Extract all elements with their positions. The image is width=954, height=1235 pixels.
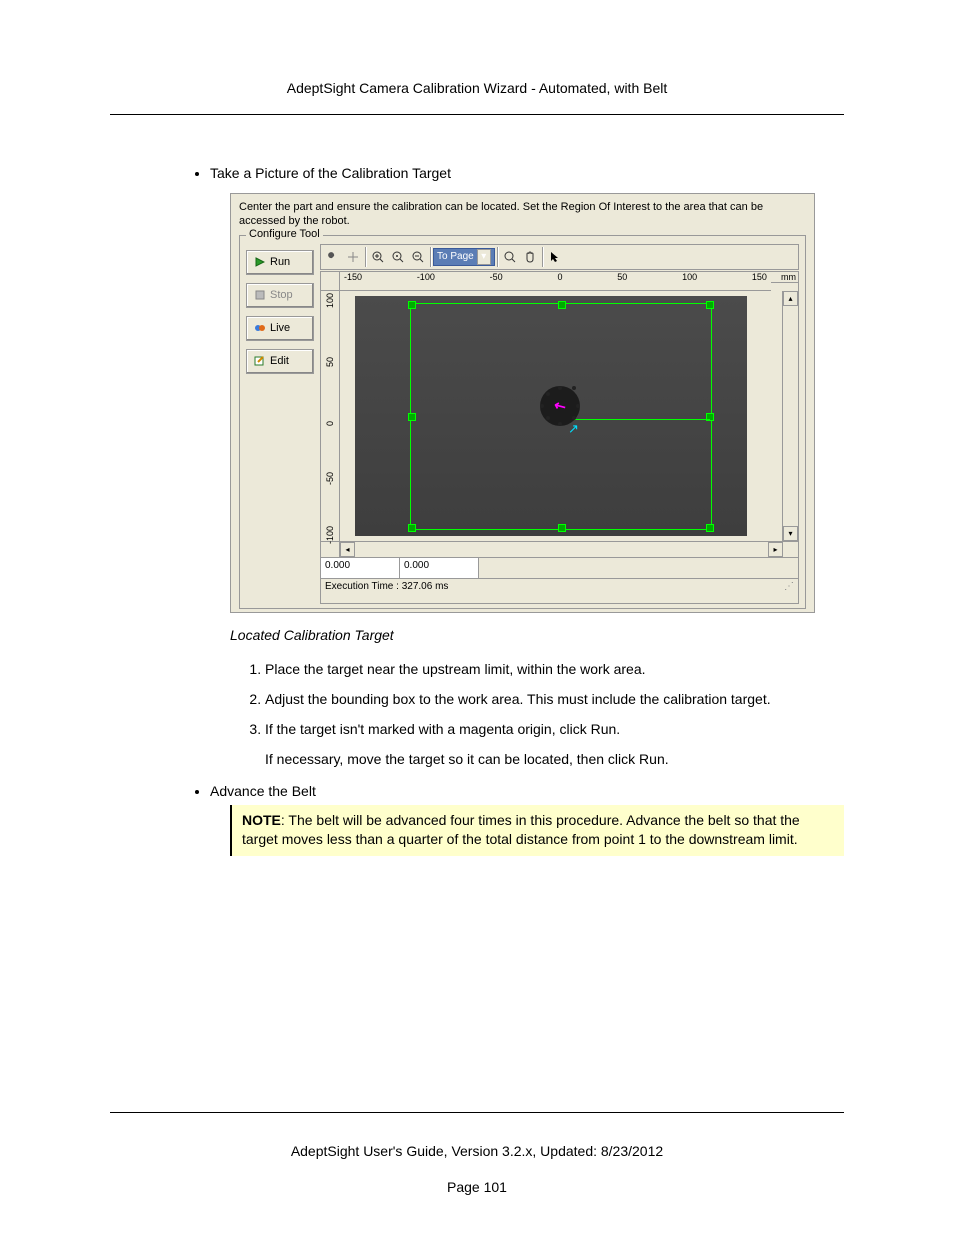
bbox-handle[interactable] [558, 301, 566, 309]
figure-caption: Located Calibration Target [230, 627, 844, 643]
horizontal-ruler: -150 -100 -50 0 50 100 150 [340, 272, 771, 291]
note-box: NOTE: The belt will be advanced four tim… [230, 805, 844, 856]
camera-canvas[interactable]: ↖ ↗ [340, 291, 782, 541]
scroll-down-icon[interactable]: ▾ [783, 526, 798, 541]
zoom-in-icon[interactable] [368, 247, 388, 267]
pointer-icon[interactable] [545, 247, 565, 267]
step-3: If the target isn't marked with a magent… [265, 721, 844, 767]
live-button[interactable]: Live [246, 316, 314, 341]
chevron-down-icon: ▾ [477, 249, 491, 265]
play-icon [253, 255, 267, 269]
to-page-dropdown[interactable]: To Page ▾ [433, 248, 495, 266]
step-3-sub: If necessary, move the target so it can … [265, 751, 844, 767]
resize-grip-icon: ⋰ [784, 581, 794, 601]
toolbar-separator [430, 247, 431, 267]
footer-line: AdeptSight User's Guide, Version 3.2.x, … [110, 1143, 844, 1159]
step-1: Place the target near the upstream limit… [265, 661, 844, 677]
bbox-handle[interactable] [408, 301, 416, 309]
configure-tool-fieldset: Configure Tool Run [239, 235, 806, 609]
cyan-marker-icon: ↗ [568, 421, 579, 437]
coordinate-status: 0.000 0.000 [320, 558, 799, 579]
ruler-unit: mm [771, 272, 798, 283]
vertical-ruler: 100 50 0 -50 -100 [321, 291, 340, 541]
scroll-up-icon[interactable]: ▴ [783, 291, 798, 306]
execution-status: Execution Time : 327.06 ms ⋰ [320, 579, 799, 604]
horizontal-scrollbar[interactable]: ◂ ▸ [340, 542, 783, 557]
left-button-column: Run Stop [246, 244, 314, 604]
step-2: Adjust the bounding box to the work area… [265, 691, 844, 707]
vertical-scrollbar[interactable]: ▴ ▾ [782, 291, 798, 541]
status-x: 0.000 [321, 558, 400, 578]
edit-icon [253, 354, 267, 368]
bbox-handle[interactable] [706, 301, 714, 309]
zoom-fit-icon[interactable] [388, 247, 408, 267]
calibration-target: ↖ [540, 386, 580, 426]
edit-button[interactable]: Edit [246, 349, 314, 374]
run-button[interactable]: Run [246, 250, 314, 275]
page-number: Page 101 [110, 1179, 844, 1195]
bbox-handle[interactable] [408, 413, 416, 421]
note-text: : The belt will be advanced four times i… [242, 812, 800, 848]
zoom-icon[interactable] [500, 247, 520, 267]
toolbar-separator [542, 247, 543, 267]
live-icon [253, 321, 267, 335]
header-title: AdeptSight Camera Calibration Wizard - A… [287, 80, 668, 96]
note-label: NOTE [242, 812, 281, 828]
page-footer: AdeptSight User's Guide, Version 3.2.x, … [110, 1112, 844, 1195]
icon-toolbar: To Page ▾ [320, 244, 799, 270]
bullet-take-picture: Take a Picture of the Calibration Target… [210, 165, 844, 767]
bullet-advance-belt: Advance the Belt NOTE: The belt will be … [210, 783, 844, 856]
scroll-right-icon[interactable]: ▸ [768, 542, 783, 557]
toolbar-separator [497, 247, 498, 267]
stop-button[interactable]: Stop [246, 283, 314, 308]
toolbar-separator [365, 247, 366, 267]
crosshair-icon[interactable] [343, 247, 363, 267]
magenta-origin-icon: ↖ [551, 395, 570, 416]
stop-icon [253, 288, 267, 302]
status-y: 0.000 [400, 558, 479, 578]
resize-grip [783, 542, 798, 557]
fieldset-label: Configure Tool [246, 228, 323, 240]
bbox-handle[interactable] [706, 524, 714, 532]
wrench-icon[interactable] [323, 247, 343, 267]
hand-icon[interactable] [520, 247, 540, 267]
image-view: -150 -100 -50 0 50 100 150 mm [320, 271, 799, 558]
instruction-text: Center the part and ensure the calibrati… [239, 200, 806, 229]
page-header: AdeptSight Camera Calibration Wizard - A… [110, 80, 844, 115]
bbox-handle[interactable] [408, 524, 416, 532]
zoom-out-icon[interactable] [408, 247, 428, 267]
app-screenshot: Center the part and ensure the calibrati… [230, 193, 815, 613]
scroll-left-icon[interactable]: ◂ [340, 542, 355, 557]
step-list: Place the target near the upstream limit… [210, 661, 844, 767]
measurement-line [560, 419, 710, 421]
bbox-handle[interactable] [558, 524, 566, 532]
